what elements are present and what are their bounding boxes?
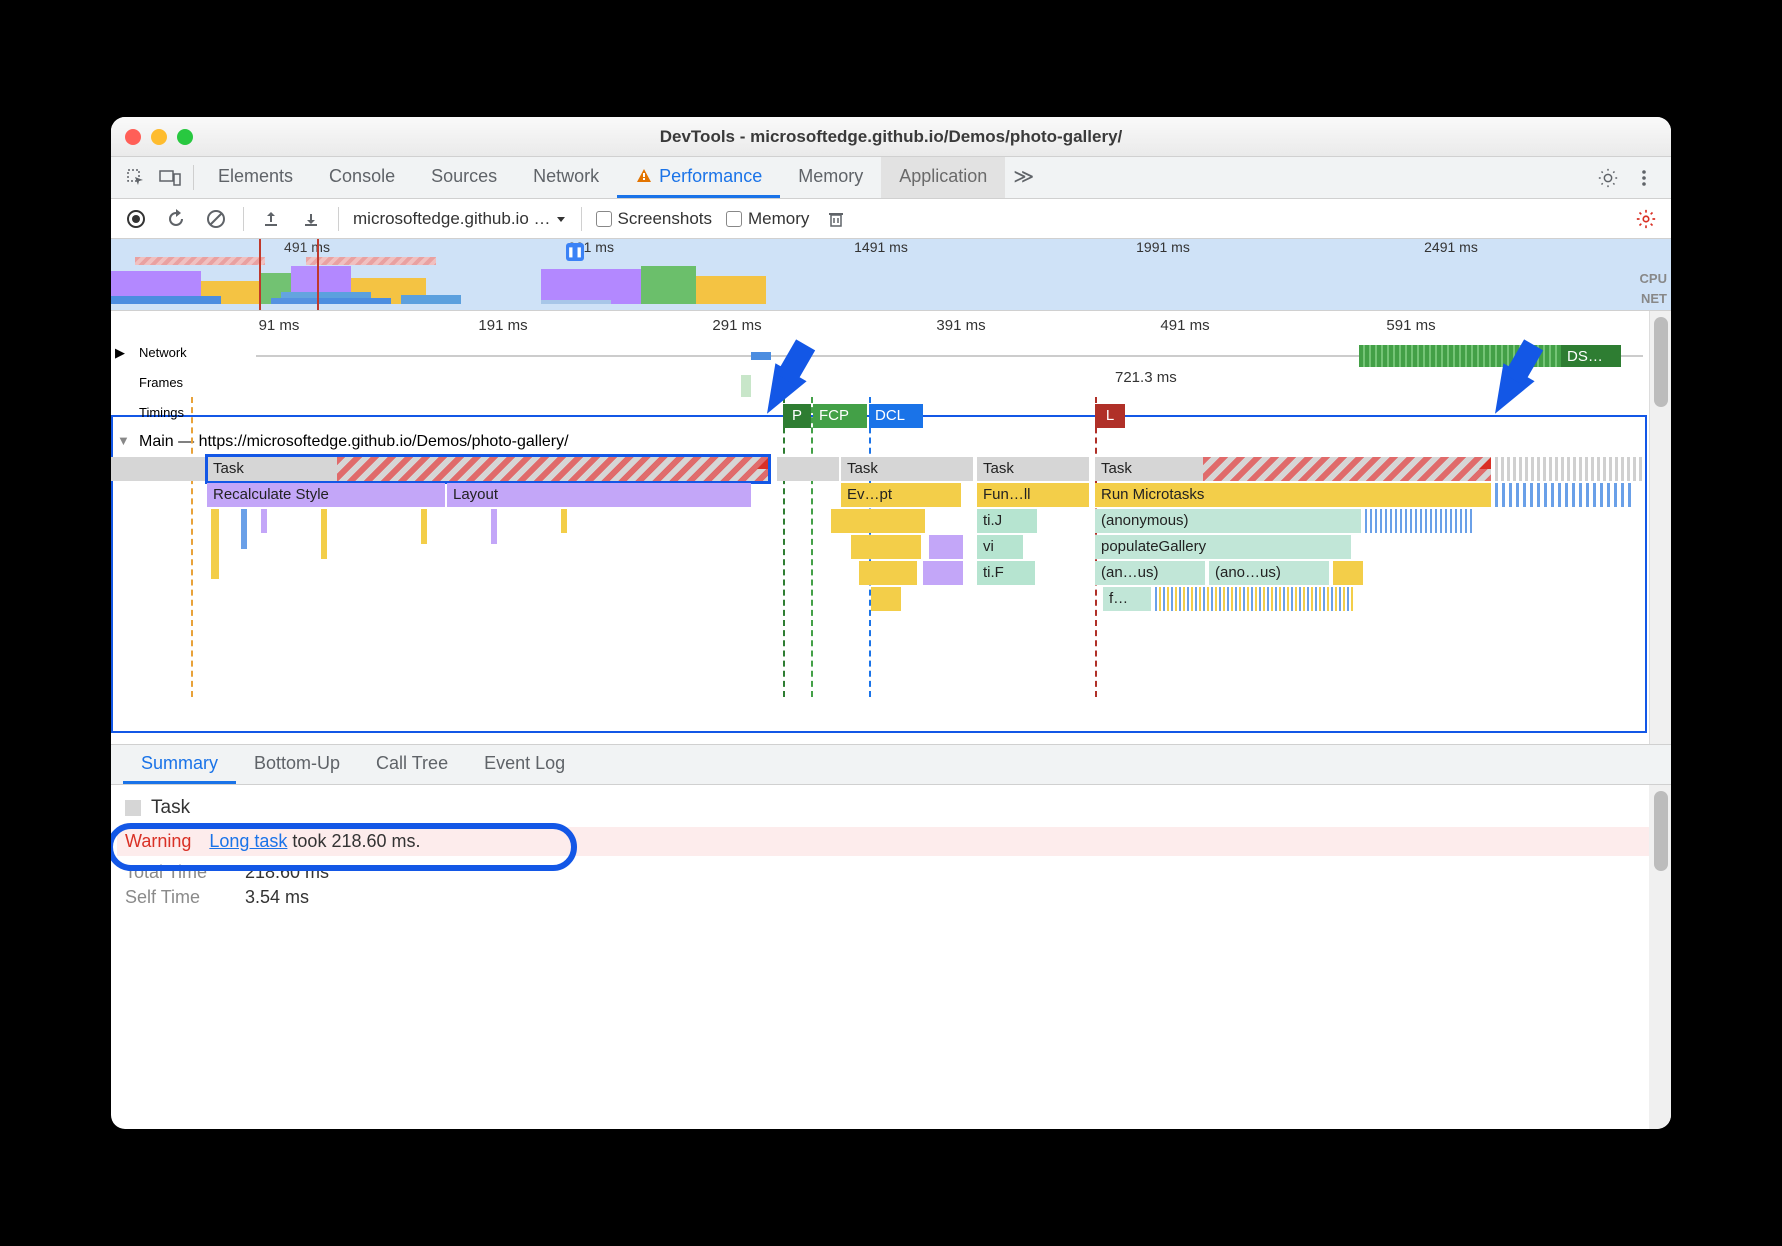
perf-toolbar: microsoftedge.github.io … Screenshots Me… [111,199,1671,239]
screenshots-checkbox[interactable]: Screenshots [596,209,713,229]
task-swatch [125,800,141,816]
flame-chart[interactable]: 91 ms 191 ms 291 ms 391 ms 491 ms 591 ms… [111,311,1671,745]
expand-icon[interactable]: ▶ [115,345,125,361]
flame-task4-long[interactable] [1203,457,1491,481]
more-tabs-button[interactable]: ≫ [1005,157,1042,198]
tab-application[interactable]: Application [881,157,1005,198]
tab-console[interactable]: Console [311,157,413,198]
flame-popg[interactable]: populateGallery [1095,535,1351,559]
network-item[interactable]: DS… [1561,345,1621,367]
flame-funll[interactable]: Fun…ll [977,483,1089,507]
warning-icon [635,167,653,185]
overview-ruler: 491 ms 991 ms 1491 ms 1991 ms 2491 ms [111,239,1631,259]
timing-l[interactable]: L [1095,404,1125,428]
summary-panel: Task Warning Long task took 218.60 ms. T… [111,785,1671,1129]
network-track-label: Network [139,345,187,360]
flame-vi[interactable]: vi [977,535,1023,559]
download-icon[interactable] [298,206,324,232]
overview-graph [111,257,1631,304]
flame-anus2[interactable]: (ano…us) [1209,561,1329,585]
flame-task4[interactable]: Task [1095,457,1203,481]
zoom-window-button[interactable] [177,129,193,145]
close-window-button[interactable] [125,129,141,145]
overview-selection[interactable] [259,239,319,310]
flame-task1-long[interactable] [337,457,769,481]
tab-bottomup[interactable]: Bottom-Up [236,745,358,784]
flame-gap[interactable] [777,457,839,481]
flame-tij[interactable]: ti.J [977,509,1037,533]
flame-task-pre[interactable] [111,457,205,481]
flame-tif[interactable]: ti.F [977,561,1035,585]
total-time-value: 218.60 ms [245,862,329,883]
titlebar: DevTools - microsoftedge.github.io/Demos… [111,117,1671,157]
memory-checkbox[interactable]: Memory [726,209,809,229]
warning-row: Warning Long task took 218.60 ms. [117,827,1667,856]
flame-task3[interactable]: Task [977,457,1089,481]
summary-title: Task [151,797,190,819]
flame-evpt[interactable]: Ev…pt [841,483,961,507]
detail-tabs: Summary Bottom-Up Call Tree Event Log [111,745,1671,785]
timing-fcp[interactable]: FCP [813,404,867,428]
tab-network[interactable]: Network [515,157,617,198]
flame-recalc[interactable]: Recalculate Style [207,483,445,507]
settings-icon[interactable] [1591,167,1625,189]
flame-layout[interactable]: Layout [447,483,751,507]
window-controls [125,129,193,145]
summary-scrollbar[interactable] [1649,785,1671,1129]
kebab-icon[interactable] [1627,168,1661,188]
panel-tabs: Elements Console Sources Network Perform… [111,157,1671,199]
dropdown-icon [555,213,567,225]
vline-time-label: 721.3 ms [1115,369,1177,386]
pause-marker-icon: ❚❚ [566,243,584,261]
flame-task1[interactable]: Task [207,457,337,481]
main-track-label: Main — https://microsoftedge.github.io/D… [139,433,569,451]
upload-icon[interactable] [258,206,284,232]
self-time-value: 3.54 ms [245,887,309,908]
frames-track-label: Frames [139,375,183,390]
collapse-icon[interactable]: ▼ [117,433,130,448]
overview-labels: CPU NET [1640,269,1667,309]
window-title: DevTools - microsoftedge.github.io/Demos… [111,127,1671,147]
minimize-window-button[interactable] [151,129,167,145]
url-dropdown[interactable]: microsoftedge.github.io … [353,209,567,229]
flame-f[interactable]: f… [1103,587,1151,611]
capture-settings-icon[interactable] [1633,206,1659,232]
devtools-window: DevTools - microsoftedge.github.io/Demos… [111,117,1671,1129]
clear-button[interactable] [203,206,229,232]
tab-performance[interactable]: Performance [617,157,780,198]
garbage-collect-icon[interactable] [823,206,849,232]
record-button[interactable] [123,206,149,232]
long-task-link[interactable]: Long task [209,831,287,851]
reload-record-button[interactable] [163,206,189,232]
tab-memory[interactable]: Memory [780,157,881,198]
flame-anon[interactable]: (anonymous) [1095,509,1361,533]
tab-sources[interactable]: Sources [413,157,515,198]
warning-label: Warning [125,831,191,852]
tab-elements[interactable]: Elements [200,157,311,198]
inspect-icon[interactable] [119,157,153,198]
tab-eventlog[interactable]: Event Log [466,745,583,784]
timeline-ruler: 91 ms 191 ms 291 ms 391 ms 491 ms 591 ms [111,311,1671,341]
flame-task2[interactable]: Task [841,457,973,481]
device-icon[interactable] [153,157,187,198]
overview-strip[interactable]: 491 ms 991 ms 1491 ms 1991 ms 2491 ms ❚❚ [111,239,1671,311]
timings-track-label: Timings [139,405,184,420]
tab-calltree[interactable]: Call Tree [358,745,466,784]
flame-runmt[interactable]: Run Microtasks [1095,483,1491,507]
timing-dcl[interactable]: DCL [869,404,923,428]
flame-anus1[interactable]: (an…us) [1095,561,1205,585]
tab-summary[interactable]: Summary [123,745,236,784]
